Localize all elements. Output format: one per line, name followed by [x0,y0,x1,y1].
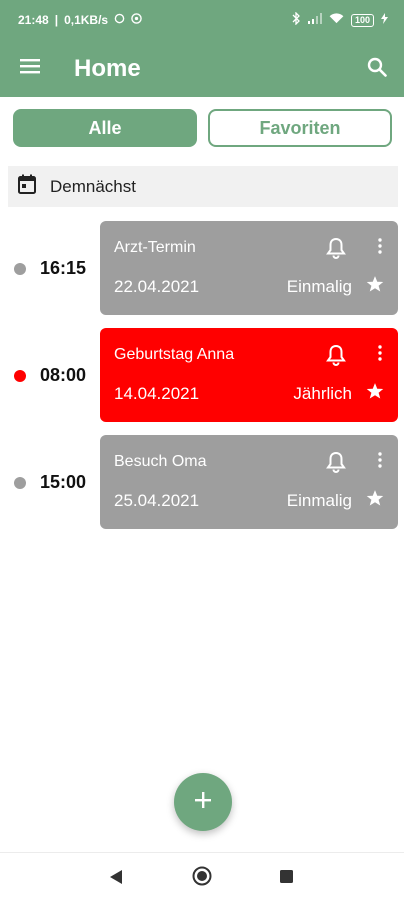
event-row: 16:15 Arzt-Termin 22.04.2021 Einmalig [0,221,404,315]
event-time: 15:00 [40,472,87,492]
event-repeat: Einmalig [286,277,352,296]
status-time: 21:48 [18,13,49,27]
nav-recent-icon[interactable] [280,870,293,888]
wifi-icon [329,13,344,27]
status-dot [14,370,26,382]
nav-back-icon[interactable] [109,869,123,890]
event-card[interactable]: Geburtstag Anna 14.04.2021 Jährlich [100,328,398,422]
event-card[interactable]: Besuch Oma 25.04.2021 Einmalig [100,435,398,529]
section-label: Demnächst [50,176,136,196]
plus-icon [194,791,212,814]
event-row: 15:00 Besuch Oma 25.04.2021 Einmalig [0,435,404,529]
bell-icon[interactable] [326,344,346,371]
event-repeat: Jährlich [293,384,352,403]
battery-icon: 100 [350,13,374,27]
sync-icon [131,13,142,27]
bell-icon[interactable] [326,451,346,478]
system-nav-bar [0,852,404,900]
menu-icon [20,58,40,79]
event-row: 08:00 Geburtstag Anna 14.04.2021 Jährlic… [0,328,404,422]
bluetooth-icon [292,11,301,28]
search-icon [367,57,387,82]
more-vert-icon[interactable] [378,345,382,366]
filter-all-button[interactable]: Alle [13,109,197,147]
filter-favorites-button[interactable]: Favoriten [208,109,392,147]
menu-button[interactable] [0,40,60,97]
event-time: 16:15 [40,258,87,278]
event-repeat: Einmalig [286,491,352,510]
status-network-speed: 0,1KB/s [64,13,109,27]
signal-icon [307,13,322,27]
add-event-button[interactable] [174,773,232,831]
status-separator: | [54,13,59,27]
event-date: 25.04.2021 [114,491,200,510]
star-icon[interactable] [366,489,384,512]
event-date: 14.04.2021 [114,384,200,403]
event-title: Besuch Oma [114,453,207,470]
search-button[interactable] [362,54,392,84]
section-header: Demnächst [8,166,398,207]
nav-home-icon[interactable] [192,866,212,891]
page-title: Home [74,54,141,82]
event-title: Geburtstag Anna [114,346,235,363]
status-dot [14,263,26,275]
app-bar: 21:48 | 0,1KB/s 100 Home [0,0,404,97]
notification-icon [114,13,125,27]
event-title: Arzt-Termin [114,239,196,256]
status-dot [14,477,26,489]
status-bar: 21:48 | 0,1KB/s 100 [0,0,404,40]
event-card[interactable]: Arzt-Termin 22.04.2021 Einmalig [100,221,398,315]
event-date: 22.04.2021 [114,277,200,296]
star-icon[interactable] [366,275,384,298]
bell-icon[interactable] [326,237,346,264]
toolbar: Home [0,40,404,97]
star-icon[interactable] [366,382,384,405]
calendar-icon [18,174,50,199]
event-time: 08:00 [40,365,87,385]
more-vert-icon[interactable] [378,238,382,259]
charging-icon [381,13,388,27]
more-vert-icon[interactable] [378,452,382,473]
